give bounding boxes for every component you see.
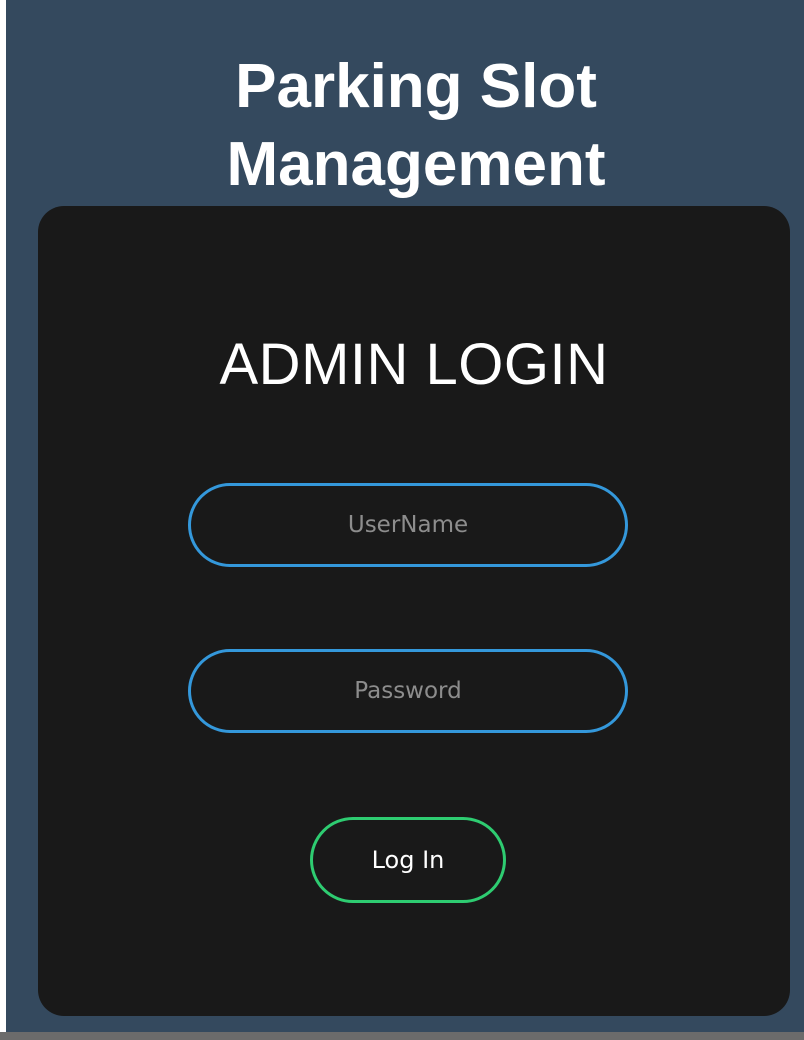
username-input[interactable]	[188, 483, 628, 567]
app-title-line1: Parking Slot	[235, 52, 597, 121]
password-input[interactable]	[188, 649, 628, 733]
login-heading: ADMIN LOGIN	[219, 332, 609, 397]
login-card: ADMIN LOGIN Log In	[38, 206, 790, 1016]
app-title: Parking Slot Management	[6, 48, 804, 204]
bottom-strip	[0, 1032, 804, 1040]
app-title-line2: Management	[226, 130, 606, 199]
login-button[interactable]: Log In	[310, 817, 506, 903]
page-background: Parking Slot Management ADMIN LOGIN Log …	[6, 0, 804, 1032]
